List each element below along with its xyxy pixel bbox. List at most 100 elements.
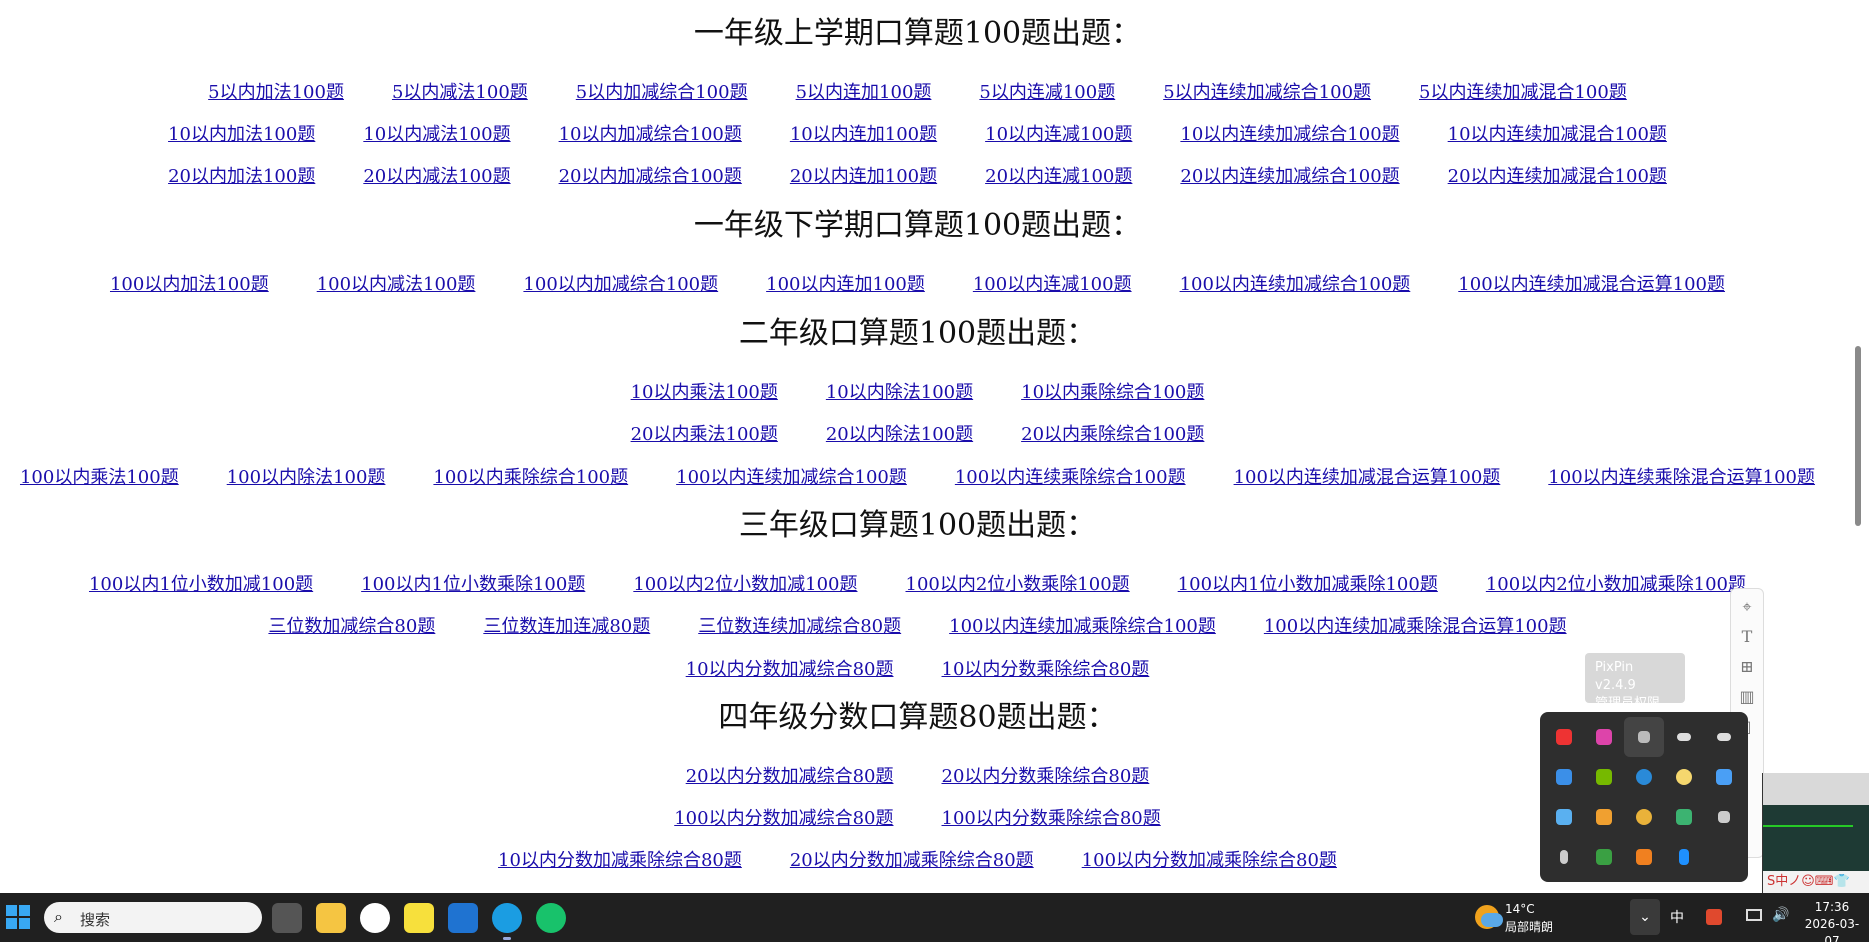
page-scrollbar[interactable] xyxy=(1853,4,1863,889)
ime-indicator[interactable]: 中 xyxy=(1670,907,1684,927)
scrollbar-thumb[interactable] xyxy=(1855,346,1861,526)
worksheet-link[interactable]: 三位数加减综合80题 xyxy=(268,616,435,638)
shield-icon[interactable] xyxy=(1624,837,1664,877)
taskbar-clock[interactable]: 17:36 2026-03-07 xyxy=(1800,899,1864,950)
cloud-icon[interactable] xyxy=(1544,797,1584,837)
worksheet-link[interactable]: 10以内分数加减乘除综合80题 xyxy=(498,850,742,872)
worksheet-link[interactable]: 三位数连续加减综合80题 xyxy=(698,616,901,638)
tray-app-icon[interactable] xyxy=(1704,717,1744,757)
worksheet-link[interactable]: 100以内连续加减乘除混合运算100题 xyxy=(1264,616,1567,638)
worksheet-link[interactable]: 20以内连续加减混合100题 xyxy=(1448,166,1667,188)
worksheet-link[interactable]: 20以内分数加减乘除综合80题 xyxy=(790,850,1034,872)
nvidia-icon[interactable] xyxy=(1584,757,1624,797)
worksheet-link[interactable]: 10以内除法100题 xyxy=(826,382,973,404)
worksheet-link[interactable]: 10以内连续加减混合100题 xyxy=(1448,124,1667,146)
worksheet-link[interactable]: 100以内连加100题 xyxy=(766,274,925,296)
tray-app-icon[interactable] xyxy=(1664,797,1704,837)
worksheet-link[interactable]: 100以内分数加减综合80题 xyxy=(674,808,893,830)
worksheet-link[interactable]: 5以内减法100题 xyxy=(392,82,528,104)
worksheet-link[interactable]: 5以内连加100题 xyxy=(796,82,932,104)
worksheet-link[interactable]: 20以内乘法100题 xyxy=(631,424,778,446)
worksheet-link[interactable]: 100以内1位小数加减乘除100题 xyxy=(1178,574,1438,596)
chrome-icon[interactable] xyxy=(1624,797,1664,837)
worksheet-link[interactable]: 20以内连加100题 xyxy=(790,166,937,188)
windows-start-icon[interactable] xyxy=(6,905,32,931)
taskbar-search[interactable]: ⌕ 搜索 xyxy=(44,902,262,933)
worksheet-link[interactable]: 20以内加法100题 xyxy=(168,166,315,188)
usb-icon[interactable] xyxy=(1544,837,1584,877)
worksheet-link[interactable]: 5以内加减综合100题 xyxy=(576,82,748,104)
bing-icon[interactable] xyxy=(1664,837,1704,877)
worksheet-link[interactable]: 10以内减法100题 xyxy=(363,124,510,146)
tray-app-icon[interactable] xyxy=(1544,717,1584,757)
worksheet-link[interactable]: 100以内连续加减混合运算100题 xyxy=(1458,274,1725,296)
worksheet-link[interactable]: 10以内加减综合100题 xyxy=(559,124,742,146)
worksheet-link[interactable]: 100以内连减100题 xyxy=(973,274,1132,296)
worksheet-link[interactable]: 20以内减法100题 xyxy=(363,166,510,188)
tray-app-icon[interactable] xyxy=(1664,717,1704,757)
worksheet-link[interactable]: 100以内2位小数乘除100题 xyxy=(906,574,1130,596)
grid-icon[interactable]: ⊞ xyxy=(1737,657,1757,677)
tray-app-icon[interactable] xyxy=(1544,757,1584,797)
worksheet-link[interactable]: 100以内分数加减乘除综合80题 xyxy=(1082,850,1337,872)
task-view-icon[interactable] xyxy=(272,903,302,933)
search-app-icon[interactable] xyxy=(404,903,434,933)
text-tool-icon[interactable]: T xyxy=(1737,627,1757,647)
worksheet-link[interactable]: 20以内连减100题 xyxy=(985,166,1132,188)
sogou-ime-icon[interactable] xyxy=(1706,909,1722,925)
worksheet-link[interactable]: 5以内连续加减混合100题 xyxy=(1419,82,1627,104)
volume-icon[interactable] xyxy=(1704,797,1744,837)
tray-chevron-button[interactable]: ⌄ xyxy=(1630,899,1660,935)
worksheet-link[interactable]: 100以内乘法100题 xyxy=(20,467,179,489)
worksheet-link[interactable]: 100以内连续乘除综合100题 xyxy=(955,467,1186,489)
worksheet-link[interactable]: 10以内分数加减综合80题 xyxy=(686,659,894,681)
worksheet-link[interactable]: 10以内分数乘除综合80题 xyxy=(942,659,1150,681)
worksheet-link[interactable]: 10以内加法100题 xyxy=(168,124,315,146)
file-explorer-icon[interactable] xyxy=(316,903,346,933)
worksheet-link[interactable]: 10以内连续加减综合100题 xyxy=(1180,124,1399,146)
worksheet-link[interactable]: 100以内加法100题 xyxy=(110,274,269,296)
worksheet-link[interactable]: 100以内2位小数加减乘除100题 xyxy=(1486,574,1746,596)
worksheet-link[interactable]: 5以内连减100题 xyxy=(979,82,1115,104)
crosshair-icon[interactable]: ⌖ xyxy=(1737,597,1757,617)
tray-app-icon[interactable] xyxy=(1584,797,1624,837)
worksheet-link[interactable]: 100以内连续乘除混合运算100题 xyxy=(1548,467,1815,489)
worksheet-link[interactable]: 100以内减法100题 xyxy=(317,274,476,296)
keyboard-app-icon[interactable] xyxy=(448,903,478,933)
worksheet-link[interactable]: 100以内1位小数加减100题 xyxy=(89,574,313,596)
worksheet-link[interactable]: 5以内加法100题 xyxy=(208,82,344,104)
edge-browser-icon[interactable] xyxy=(492,903,522,940)
weather-widget[interactable]: 14°C 局部晴朗 xyxy=(1475,901,1565,935)
ime-toolbar[interactable]: S中ノ☺⌨👕 xyxy=(1763,871,1869,893)
worksheet-link[interactable]: 20以内加减综合100题 xyxy=(559,166,742,188)
worksheet-link[interactable]: 100以内分数乘除综合80题 xyxy=(942,808,1161,830)
worksheet-link[interactable]: 100以内2位小数加减100题 xyxy=(633,574,857,596)
kingsoft-app-icon[interactable] xyxy=(360,903,390,933)
worksheet-link[interactable]: 100以内连续加减综合100题 xyxy=(676,467,907,489)
worksheet-link[interactable]: 20以内分数加减综合80题 xyxy=(686,766,894,788)
worksheet-link[interactable]: 20以内除法100题 xyxy=(826,424,973,446)
speaker-icon[interactable]: 🔊 xyxy=(1772,907,1789,923)
tray-app-icon[interactable] xyxy=(1584,837,1624,877)
worksheet-link[interactable]: 20以内连续加减综合100题 xyxy=(1180,166,1399,188)
worksheet-link[interactable]: 10以内乘除综合100题 xyxy=(1021,382,1204,404)
worksheet-link[interactable]: 100以内1位小数乘除100题 xyxy=(361,574,585,596)
columns-icon[interactable]: ▥ xyxy=(1737,687,1757,707)
worksheet-link[interactable]: 100以内除法100题 xyxy=(227,467,386,489)
pixpin-tray-icon[interactable] xyxy=(1624,717,1664,757)
worksheet-link[interactable]: 10以内乘法100题 xyxy=(631,382,778,404)
tray-app-icon[interactable] xyxy=(1584,717,1624,757)
tray-app-icon[interactable] xyxy=(1624,757,1664,797)
worksheet-link[interactable]: 10以内连加100题 xyxy=(790,124,937,146)
worksheet-link[interactable]: 20以内乘除综合100题 xyxy=(1021,424,1204,446)
worksheet-link[interactable]: 100以内加减综合100题 xyxy=(523,274,718,296)
worksheet-link[interactable]: 100以内乘除综合100题 xyxy=(433,467,628,489)
tray-app-icon[interactable] xyxy=(1704,757,1744,797)
network-icon[interactable] xyxy=(1746,909,1762,921)
worksheet-link[interactable]: 100以内连续加减综合100题 xyxy=(1180,274,1411,296)
worksheet-link[interactable]: 100以内连续加减乘除综合100题 xyxy=(949,616,1216,638)
worksheet-link[interactable]: 5以内连续加减综合100题 xyxy=(1163,82,1371,104)
worksheet-link[interactable]: 20以内分数乘除综合80题 xyxy=(942,766,1150,788)
worksheet-link[interactable]: 三位数连加连减80题 xyxy=(483,616,650,638)
worksheet-link[interactable]: 100以内连续加减混合运算100题 xyxy=(1234,467,1501,489)
